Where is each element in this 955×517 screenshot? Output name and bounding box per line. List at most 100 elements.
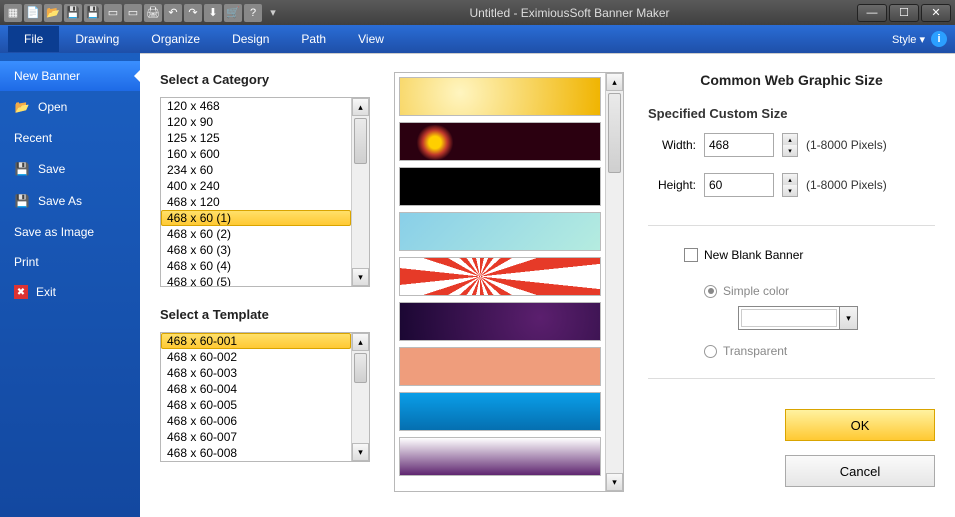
sidebar-item-save[interactable]: 💾 Save [0,153,140,185]
list-item[interactable]: 468 x 60-002 [161,349,351,365]
category-listbox[interactable]: 120 x 468120 x 90125 x 125160 x 600234 x… [160,97,370,287]
sidebar-item-save-image[interactable]: Save as Image [0,217,140,247]
list-item[interactable]: 234 x 60 [161,162,351,178]
list-item[interactable]: 468 x 60 (1) [161,210,351,226]
list-item[interactable]: 468 x 60-007 [161,429,351,445]
width-spinner[interactable]: ▴ ▾ [782,133,798,157]
qa-icon[interactable]: ? [244,4,262,22]
list-item[interactable]: 468 x 60-003 [161,365,351,381]
scroll-up-icon[interactable]: ▴ [352,333,369,351]
minimize-button[interactable]: — [857,4,887,22]
blank-banner-checkbox[interactable]: New Blank Banner [684,248,935,262]
ok-button[interactable]: OK [785,409,935,441]
sidebar-item-open[interactable]: 📂 Open [0,91,140,123]
template-thumbnail[interactable] [399,257,601,296]
menu-file[interactable]: File [8,26,59,52]
close-button[interactable]: ✕ [921,4,951,22]
template-preview-list[interactable]: ▴ ▾ [394,72,624,492]
list-item[interactable]: 468 x 60-006 [161,413,351,429]
qa-icon[interactable]: 💾 [64,4,82,22]
template-thumbnail[interactable] [399,122,601,161]
main-panel: Select a Category 120 x 468120 x 90125 x… [140,53,955,517]
qa-icon[interactable]: 🖨 [144,4,162,22]
list-item[interactable]: 125 x 125 [161,130,351,146]
list-item[interactable]: 160 x 600 [161,146,351,162]
height-input[interactable] [704,173,774,197]
qa-icon[interactable]: 🛒 [224,4,242,22]
qa-icon[interactable]: ↷ [184,4,202,22]
scroll-thumb[interactable] [608,93,621,173]
scroll-up-icon[interactable]: ▴ [352,98,369,116]
scroll-down-icon[interactable]: ▾ [606,473,623,491]
sidebar-item-save-as[interactable]: 💾 Save As [0,185,140,217]
cancel-button[interactable]: Cancel [785,455,935,487]
scroll-thumb[interactable] [354,118,367,164]
scrollbar[interactable]: ▴ ▾ [605,73,623,491]
template-thumbnail[interactable] [399,437,601,476]
qa-icon[interactable]: ▭ [104,4,122,22]
menu-path[interactable]: Path [285,26,342,52]
template-thumbnail[interactable] [399,392,601,431]
list-item[interactable]: 468 x 60-004 [161,381,351,397]
scroll-down-icon[interactable]: ▾ [352,268,369,286]
template-thumbnail[interactable] [399,167,601,206]
template-listbox[interactable]: 468 x 60-001468 x 60-002468 x 60-003468 … [160,332,370,462]
height-spinner[interactable]: ▴ ▾ [782,173,798,197]
color-combobox[interactable]: ▾ [738,306,858,330]
qa-icon[interactable]: ▦ [4,4,22,22]
list-item[interactable]: 468 x 60 (2) [161,226,351,242]
transparent-radio[interactable]: Transparent [704,344,935,358]
spin-up-icon[interactable]: ▴ [783,134,797,145]
menu-design[interactable]: Design [216,26,285,52]
template-thumbnail[interactable] [399,347,601,386]
list-item[interactable]: 468 x 60-005 [161,397,351,413]
radio-icon[interactable] [704,345,717,358]
scroll-thumb[interactable] [354,353,367,383]
simple-color-radio[interactable]: Simple color [704,284,935,298]
scrollbar[interactable]: ▴ ▾ [351,333,369,461]
checkbox-icon[interactable] [684,248,698,262]
qa-icon[interactable]: ↶ [164,4,182,22]
menu-drawing[interactable]: Drawing [59,26,135,52]
range-hint: (1-8000 Pixels) [806,178,887,192]
list-item[interactable]: 120 x 468 [161,98,351,114]
spin-up-icon[interactable]: ▴ [783,174,797,185]
sidebar-item-new-banner[interactable]: New Banner [0,61,140,91]
titlebar: ▦ 📄 📂 💾 💾 ▭ ▭ 🖨 ↶ ↷ ⬇ 🛒 ? ▾ Untitled - E… [0,0,955,25]
list-item[interactable]: 468 x 60 (5) [161,274,351,286]
radio-label: Transparent [723,344,787,358]
menu-view[interactable]: View [342,26,400,52]
menu-organize[interactable]: Organize [135,26,216,52]
qa-icon[interactable]: 📂 [44,4,62,22]
info-icon[interactable]: i [931,31,947,47]
qa-icon[interactable]: ⬇ [204,4,222,22]
style-dropdown[interactable]: Style ▾ [892,33,925,46]
chevron-down-icon[interactable]: ▾ [839,307,857,329]
list-item[interactable]: 468 x 60 (3) [161,242,351,258]
template-thumbnail[interactable] [399,302,601,341]
list-item[interactable]: 468 x 60-001 [161,333,351,349]
sidebar-item-print[interactable]: Print [0,247,140,277]
template-thumbnail[interactable] [399,77,601,116]
scrollbar[interactable]: ▴ ▾ [351,98,369,286]
qa-icon[interactable]: 📄 [24,4,42,22]
sidebar-item-recent[interactable]: Recent [0,123,140,153]
qa-icon[interactable]: ▭ [124,4,142,22]
list-item[interactable]: 400 x 240 [161,178,351,194]
list-item[interactable]: 468 x 60 (4) [161,258,351,274]
qa-dropdown-icon[interactable]: ▾ [264,4,282,22]
qa-icon[interactable]: 💾 [84,4,102,22]
spin-down-icon[interactable]: ▾ [783,185,797,196]
template-thumbnail[interactable] [399,212,601,251]
width-input[interactable] [704,133,774,157]
list-item[interactable]: 468 x 60-008 [161,445,351,461]
scroll-up-icon[interactable]: ▴ [606,73,623,91]
list-item[interactable]: 120 x 90 [161,114,351,130]
sidebar-item-label: Save As [38,194,82,208]
list-item[interactable]: 468 x 120 [161,194,351,210]
maximize-button[interactable]: ☐ [889,4,919,22]
scroll-down-icon[interactable]: ▾ [352,443,369,461]
spin-down-icon[interactable]: ▾ [783,145,797,156]
sidebar-item-exit[interactable]: ✖ Exit [0,277,140,307]
radio-icon[interactable] [704,285,717,298]
